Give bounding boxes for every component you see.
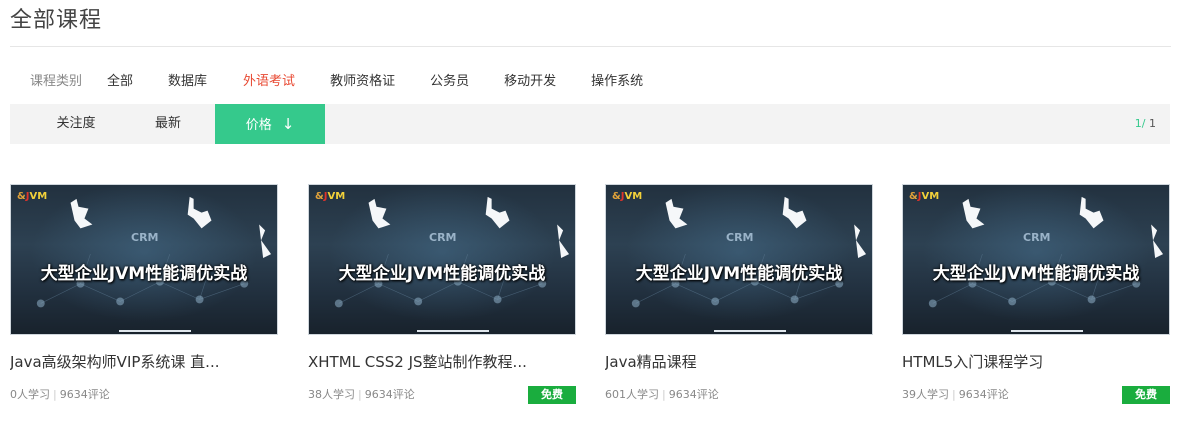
- free-badge: 免费: [528, 386, 576, 404]
- page-title: 全部课程: [10, 8, 103, 33]
- course-card[interactable]: &JVM CRM 大型企业JVM性能调优实战 Java精品课程 601人学习 | 9…: [605, 184, 873, 404]
- course-meta: 38人学习 | 9634评论 免费: [308, 386, 576, 404]
- thumb-title: 大型企业JVM性能调优实战: [338, 264, 546, 284]
- course-thumbnail[interactable]: &JVM CRM 大型企业JVM性能调优实战: [10, 184, 278, 335]
- category-item-civil-servant[interactable]: 公务员: [430, 70, 469, 89]
- page-separator: /: [1141, 117, 1149, 130]
- thumb-crm-label: CRM: [726, 231, 754, 244]
- course-card[interactable]: &JVM CRM 大型企业JVM性能调优实战 XHTML CSS2 JS整站制作…: [308, 184, 576, 404]
- course-card[interactable]: &JVM CRM 大型企业JVM性能调优实战 Java高级架构师VIP系统课 直…: [10, 184, 278, 404]
- thumb-title: 大型企业JVM性能调优实战: [40, 264, 248, 284]
- learner-count: 601人学习: [605, 388, 659, 401]
- course-title[interactable]: HTML5入门课程学习: [902, 351, 1164, 372]
- course-title[interactable]: XHTML CSS2 JS整站制作教程...: [308, 351, 570, 372]
- course-card[interactable]: &JVM CRM 大型企业JVM性能调优实战 HTML5入门课程学习 39人学习…: [902, 184, 1170, 404]
- category-filter-bar: 课程类别 全部 数据库 外语考试 教师资格证 公务员 移动开发 操作系统: [10, 68, 643, 90]
- comment-count: 9634评论: [668, 388, 719, 401]
- category-item-foreign-language-exam[interactable]: 外语考试: [243, 70, 295, 89]
- category-item-database[interactable]: 数据库: [168, 70, 207, 89]
- total-pages: 1: [1149, 117, 1156, 130]
- category-label: 课程类别: [30, 73, 83, 89]
- title-divider: [10, 46, 1171, 47]
- course-thumbnail[interactable]: &JVM CRM 大型企业JVM性能调优实战: [308, 184, 576, 335]
- free-badge: 免费: [1122, 386, 1170, 404]
- learner-count: 38人学习: [308, 388, 355, 401]
- jvm-logo: &JVM: [612, 191, 643, 202]
- thumb-progress-bar: [714, 330, 786, 332]
- category-item-teacher-certificate[interactable]: 教师资格证: [330, 70, 395, 89]
- learner-count: 0人学习: [10, 388, 50, 401]
- category-item-mobile-dev[interactable]: 移动开发: [504, 70, 556, 89]
- jvm-logo: &JVM: [17, 191, 48, 202]
- pagination-indicator: 1/ 1: [1135, 104, 1156, 144]
- jvm-logo: &JVM: [315, 191, 346, 202]
- course-thumbnail[interactable]: &JVM CRM 大型企业JVM性能调优实战: [605, 184, 873, 335]
- thumb-crm-label: CRM: [131, 231, 159, 244]
- thumb-title: 大型企业JVM性能调优实战: [635, 264, 843, 284]
- sort-by-popularity[interactable]: 关注度: [30, 104, 122, 144]
- thumb-crm-label: CRM: [1023, 231, 1051, 244]
- current-page: 1: [1134, 117, 1142, 130]
- course-meta: 39人学习 | 9634评论 免费: [902, 386, 1170, 404]
- thumb-progress-bar: [119, 330, 191, 332]
- course-thumbnail[interactable]: &JVM CRM 大型企业JVM性能调优实战: [902, 184, 1170, 335]
- thumb-progress-bar: [1011, 330, 1083, 332]
- category-item-all[interactable]: 全部: [107, 70, 133, 89]
- comment-count: 9634评论: [958, 388, 1009, 401]
- sort-bar: 关注度 最新 价格 ↓ 1/ 1: [10, 104, 1170, 144]
- sort-label: 最新: [154, 116, 181, 131]
- jvm-logo: &JVM: [909, 191, 940, 202]
- thumb-progress-bar: [417, 330, 489, 332]
- sort-by-price[interactable]: 价格 ↓: [215, 104, 325, 144]
- thumb-title: 大型企业JVM性能调优实战: [932, 264, 1140, 284]
- course-meta: 0人学习 | 9634评论: [10, 388, 110, 401]
- sort-label: 关注度: [56, 116, 96, 131]
- course-title[interactable]: Java精品课程: [605, 351, 867, 372]
- course-meta: 601人学习 | 9634评论: [605, 388, 719, 401]
- category-item-os[interactable]: 操作系统: [591, 70, 643, 89]
- sort-label: 价格: [245, 118, 272, 133]
- thumb-crm-label: CRM: [429, 231, 457, 244]
- comment-count: 9634评论: [364, 388, 415, 401]
- course-title[interactable]: Java高级架构师VIP系统课 直...: [10, 351, 272, 372]
- arrow-down-icon: ↓: [281, 115, 295, 133]
- learner-count: 39人学习: [902, 388, 949, 401]
- comment-count: 9634评论: [59, 388, 110, 401]
- sort-by-newest[interactable]: 最新: [122, 104, 214, 144]
